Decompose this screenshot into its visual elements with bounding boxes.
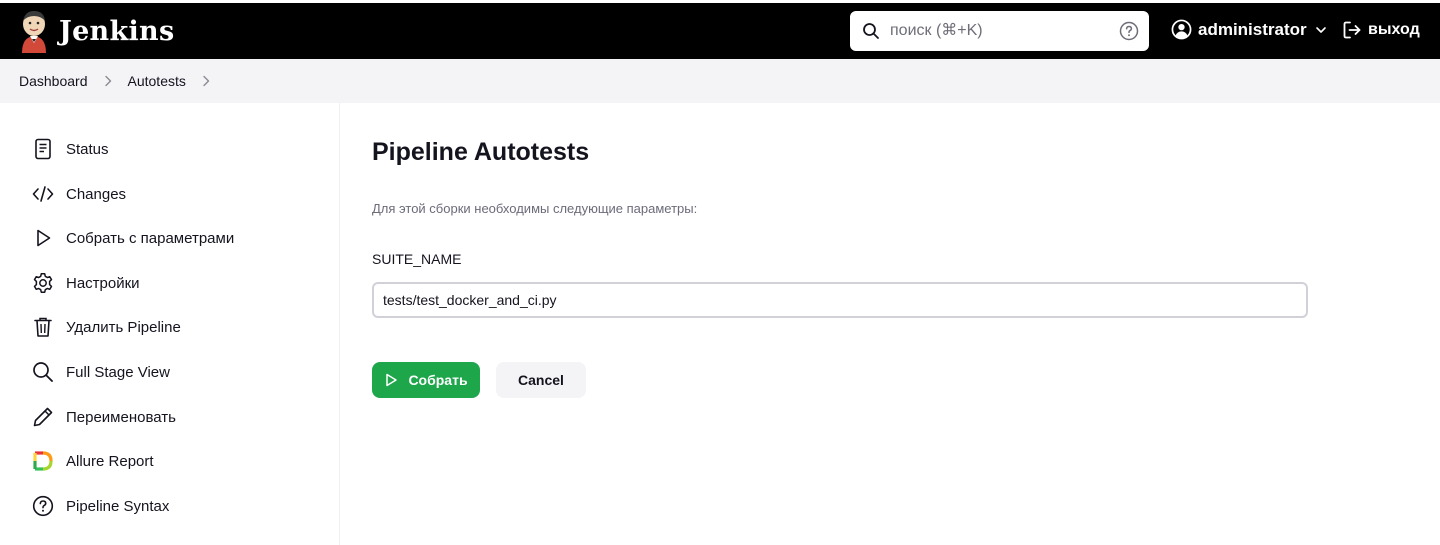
sidebar-item-rename[interactable]: Переименовать xyxy=(32,402,322,432)
sidebar-item-label: Удалить Pipeline xyxy=(66,318,181,336)
sidebar-item-label: Настройки xyxy=(66,274,140,292)
jenkins-brand[interactable]: Jenkins xyxy=(17,9,174,53)
help-circle-icon xyxy=(32,495,54,517)
parameters-description: Для этой сборки необходимы следующие пар… xyxy=(372,201,698,216)
play-icon xyxy=(32,227,54,249)
trash-icon xyxy=(32,316,54,338)
logout-button[interactable]: выход xyxy=(1342,20,1420,40)
jenkins-logo-icon xyxy=(22,11,46,53)
search-help-icon[interactable] xyxy=(1119,21,1139,41)
chevron-down-icon xyxy=(1315,26,1326,33)
parameter-name-label: SUITE_NAME xyxy=(372,251,462,267)
logout-label: выход xyxy=(1368,21,1420,38)
build-button[interactable]: Собрать xyxy=(372,362,480,398)
top-header: Jenkins administrator выход xyxy=(0,0,1440,59)
user-name: administrator xyxy=(1198,19,1307,39)
suite-name-input[interactable] xyxy=(372,282,1308,318)
sidebar-item-label: Allure Report xyxy=(66,452,154,470)
sidebar-item-delete-pipeline[interactable]: Удалить Pipeline xyxy=(32,312,322,342)
sidebar-item-label: Full Stage View xyxy=(66,363,170,381)
cancel-button[interactable]: Cancel xyxy=(496,362,586,398)
breadcrumb-dashboard[interactable]: Dashboard xyxy=(19,73,88,89)
allure-icon xyxy=(32,450,54,472)
sidebar-item-label: Status xyxy=(66,140,109,158)
sidebar-item-label: Собрать с параметрами xyxy=(66,229,235,247)
pencil-icon xyxy=(32,406,54,428)
document-icon xyxy=(32,138,54,160)
sidebar-item-label: Changes xyxy=(66,185,127,203)
main-content: Pipeline Autotests Для этой сборки необх… xyxy=(372,103,1372,545)
sidebar-item-full-stage-view[interactable]: Full Stage View xyxy=(32,357,322,387)
search-input[interactable] xyxy=(890,17,1110,45)
play-icon xyxy=(386,373,398,387)
breadcrumb: Dashboard Autotests xyxy=(0,59,1440,103)
build-button-label: Собрать xyxy=(408,372,468,388)
logout-icon xyxy=(1343,21,1361,39)
search-icon xyxy=(863,23,879,39)
page-title: Pipeline Autotests xyxy=(372,138,590,166)
sidebar-item-build-with-parameters[interactable]: Собрать с параметрами xyxy=(32,223,322,253)
search-box[interactable] xyxy=(850,11,1149,51)
gear-icon xyxy=(32,272,54,294)
sidebar-item-pipeline-syntax[interactable]: Pipeline Syntax xyxy=(32,491,322,521)
code-icon xyxy=(32,183,54,205)
sidebar-item-settings[interactable]: Настройки xyxy=(32,268,322,298)
sidebar-item-changes[interactable]: Changes xyxy=(32,179,322,209)
sidebar: Status Changes Собрать с параметрами Нас… xyxy=(0,103,340,545)
sidebar-item-allure-report[interactable]: Allure Report xyxy=(32,446,322,476)
sidebar-item-label: Pipeline Syntax xyxy=(66,497,170,515)
chevron-right-icon[interactable] xyxy=(201,75,211,87)
breadcrumb-autotests[interactable]: Autotests xyxy=(128,73,186,89)
search-icon xyxy=(32,361,54,383)
user-avatar-icon xyxy=(1171,19,1192,40)
sidebar-item-label: Переименовать xyxy=(66,408,176,426)
sidebar-item-status[interactable]: Status xyxy=(32,134,322,164)
chevron-right-icon xyxy=(104,75,111,87)
user-menu[interactable]: administrator xyxy=(1171,19,1327,40)
brand-name: Jenkins xyxy=(59,15,175,47)
